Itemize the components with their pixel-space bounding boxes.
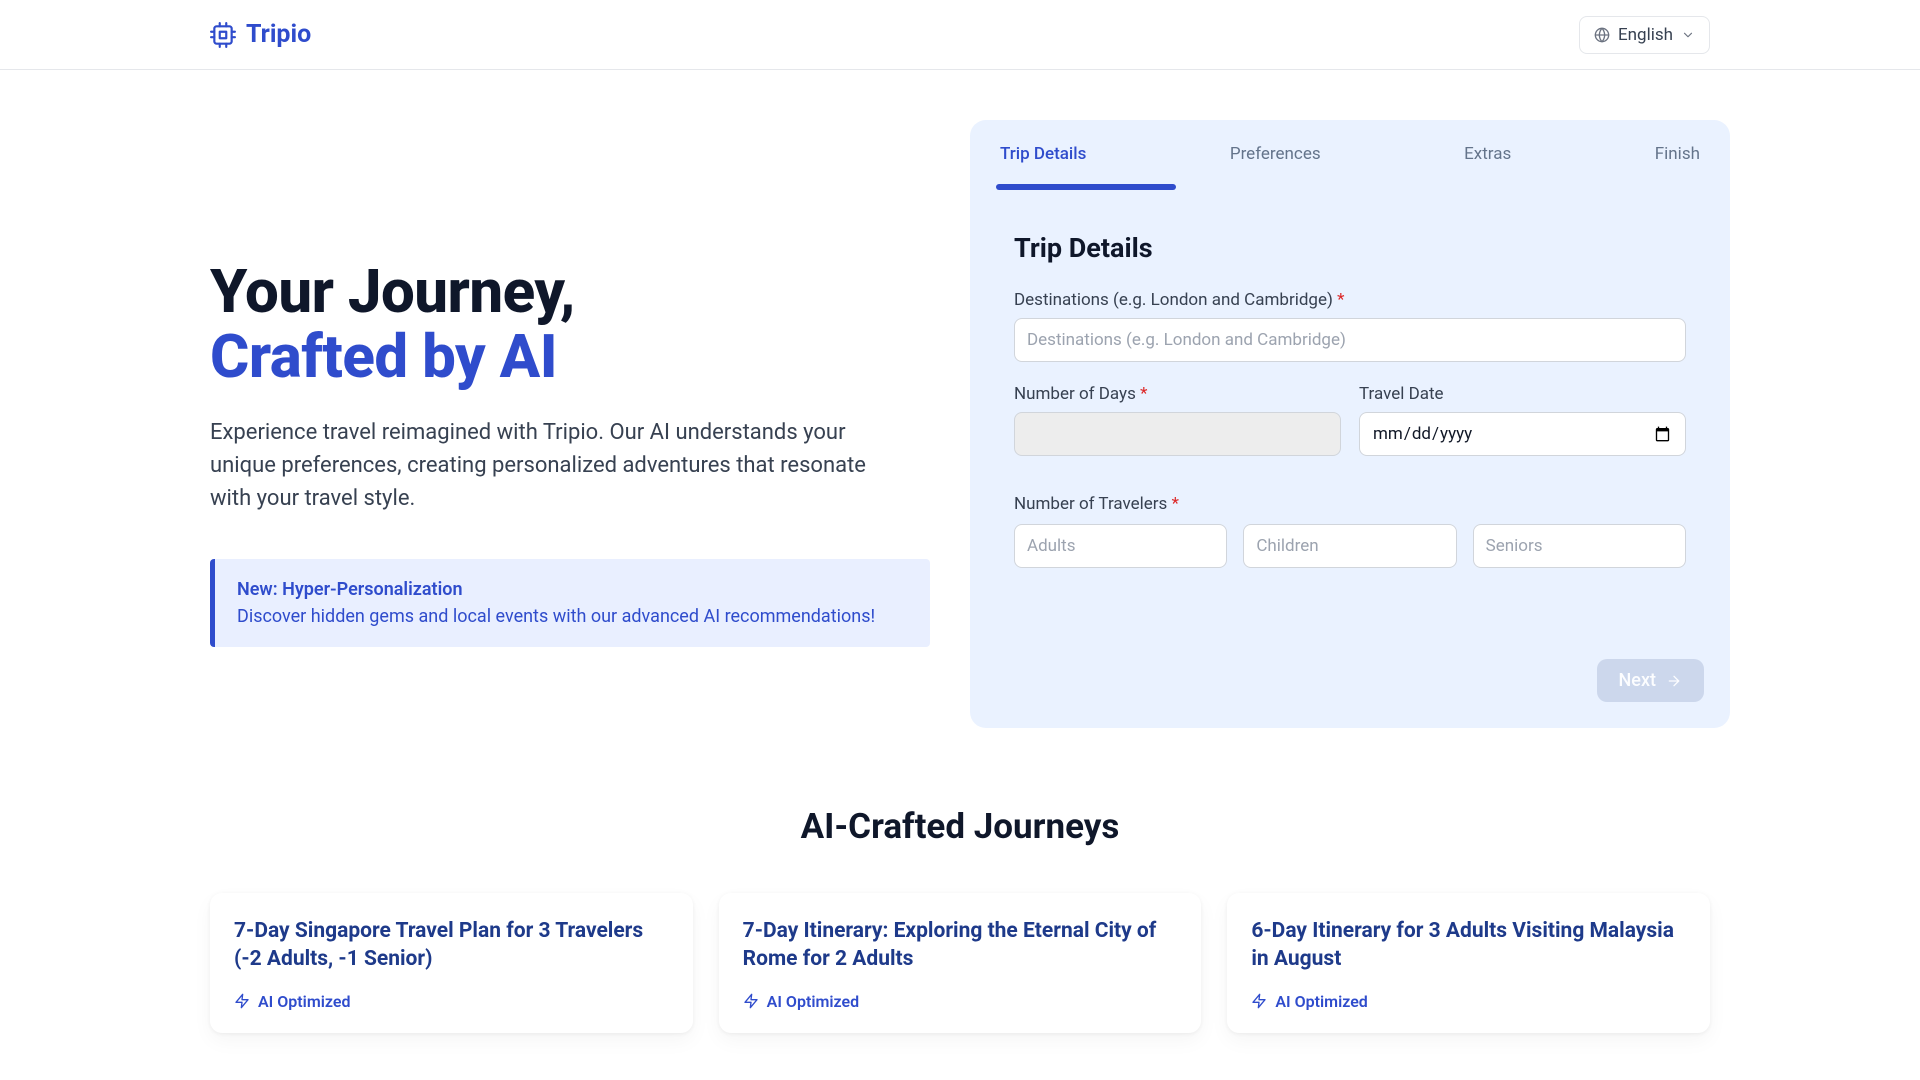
adults-input[interactable]	[1014, 524, 1227, 568]
journey-card[interactable]: 7-Day Singapore Travel Plan for 3 Travel…	[210, 893, 693, 1033]
callout-title: New: Hyper-Personalization	[237, 579, 908, 600]
arrow-right-icon	[1666, 673, 1682, 689]
journey-card[interactable]: 6-Day Itinerary for 3 Adults Visiting Ma…	[1227, 893, 1710, 1033]
destinations-label: Destinations (e.g. London and Cambridge)…	[1014, 290, 1686, 310]
hero-copy: Your Journey, Crafted by AI Experience t…	[210, 120, 930, 728]
form-footer: Next	[996, 659, 1704, 702]
hero-headline-line2: Crafted by AI	[210, 325, 930, 390]
hero-headline-line1: Your Journey,	[210, 256, 575, 327]
step-preferences[interactable]: Preferences	[1230, 144, 1321, 164]
trip-form-card: Trip Details Preferences Extras Finish T…	[970, 120, 1730, 728]
bolt-icon	[234, 993, 250, 1009]
required-marker: *	[1172, 494, 1179, 514]
stepper-progress-track	[996, 184, 1704, 190]
required-marker: *	[1337, 290, 1344, 310]
seniors-input[interactable]	[1473, 524, 1686, 568]
journey-grid: 7-Day Singapore Travel Plan for 3 Travel…	[210, 893, 1710, 1033]
next-button-label: Next	[1619, 670, 1656, 691]
journey-card-title: 7-Day Singapore Travel Plan for 3 Travel…	[234, 917, 669, 974]
days-label: Number of Days *	[1014, 384, 1341, 404]
bolt-icon	[743, 993, 759, 1009]
required-marker: *	[1140, 384, 1147, 404]
days-select[interactable]	[1014, 412, 1341, 456]
form-section-title: Trip Details	[1014, 232, 1704, 264]
language-label: English	[1618, 25, 1673, 45]
journey-card-title: 6-Day Itinerary for 3 Adults Visiting Ma…	[1251, 917, 1686, 974]
cpu-icon	[210, 22, 236, 48]
ai-optimized-badge: AI Optimized	[234, 992, 669, 1011]
chevron-down-icon	[1681, 28, 1695, 42]
hero-section: Your Journey, Crafted by AI Experience t…	[0, 70, 1920, 728]
logo-text: Tripio	[246, 20, 311, 49]
language-selector[interactable]: English	[1579, 16, 1710, 54]
next-button[interactable]: Next	[1597, 659, 1704, 702]
journeys-title: AI-Crafted Journeys	[210, 806, 1710, 847]
site-header: Tripio English	[0, 0, 1920, 70]
step-finish[interactable]: Finish	[1655, 144, 1700, 164]
destinations-input[interactable]	[1014, 318, 1686, 362]
callout-body: Discover hidden gems and local events wi…	[237, 606, 908, 627]
journey-card[interactable]: 7-Day Itinerary: Exploring the Eternal C…	[719, 893, 1202, 1033]
form-body: Destinations (e.g. London and Cambridge)…	[996, 290, 1704, 568]
travelers-label: Number of Travelers *	[1014, 494, 1686, 514]
step-extras[interactable]: Extras	[1464, 144, 1511, 164]
hero-subtext: Experience travel reimagined with Tripio…	[210, 416, 910, 515]
travel-date-input[interactable]	[1359, 412, 1686, 456]
logo[interactable]: Tripio	[210, 20, 311, 49]
ai-optimized-badge: AI Optimized	[743, 992, 1178, 1011]
step-trip-details[interactable]: Trip Details	[1000, 144, 1086, 164]
new-feature-callout: New: Hyper-Personalization Discover hidd…	[210, 559, 930, 647]
journeys-section: AI-Crafted Journeys 7-Day Singapore Trav…	[0, 806, 1920, 1073]
journey-card-title: 7-Day Itinerary: Exploring the Eternal C…	[743, 917, 1178, 974]
trip-form-wrapper: Trip Details Preferences Extras Finish T…	[970, 120, 1730, 728]
travel-date-label: Travel Date	[1359, 384, 1686, 404]
ai-optimized-badge: AI Optimized	[1251, 992, 1686, 1011]
form-stepper: Trip Details Preferences Extras Finish	[996, 144, 1704, 164]
hero-headline: Your Journey, Crafted by AI	[210, 260, 930, 390]
stepper-progress-fill	[996, 184, 1176, 190]
bolt-icon	[1251, 993, 1267, 1009]
children-input[interactable]	[1243, 524, 1456, 568]
globe-icon	[1594, 27, 1610, 43]
